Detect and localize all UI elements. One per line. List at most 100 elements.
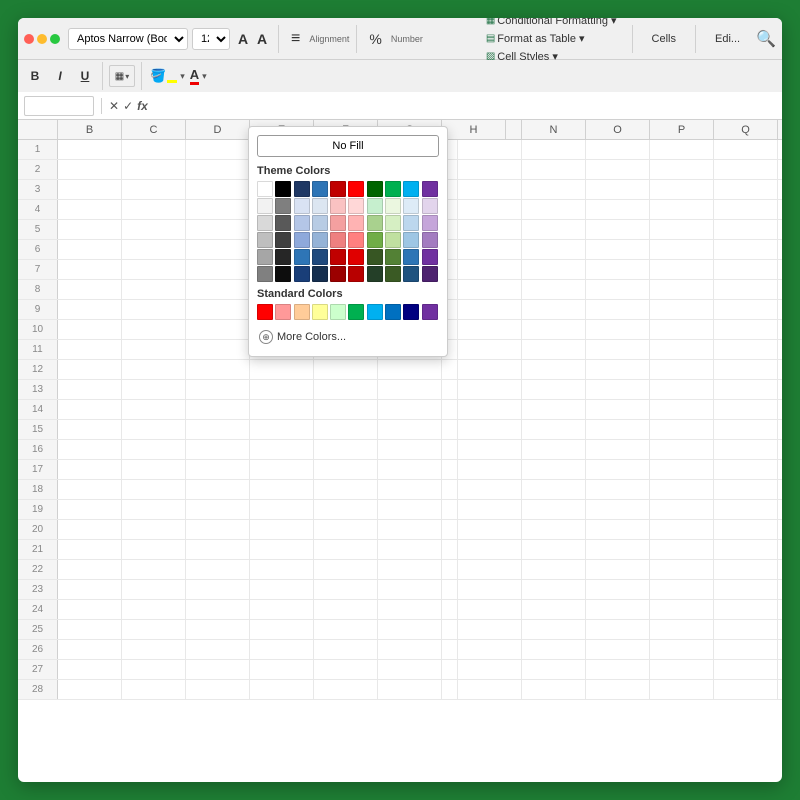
col-header-h[interactable]: H — [442, 120, 506, 139]
grid-cell-r18-c10[interactable] — [650, 480, 714, 499]
italic-button[interactable]: I — [49, 65, 71, 87]
grid-cell-r12-c8[interactable] — [522, 360, 586, 379]
grid-cell-r11-c0[interactable] — [58, 340, 122, 359]
grid-cell-r14-c0[interactable] — [58, 400, 122, 419]
grid-cell-r8-c7[interactable] — [458, 280, 522, 299]
grid-cell-r13-c8[interactable] — [522, 380, 586, 399]
grid-cell-r6-c9[interactable] — [586, 240, 650, 259]
font-color-button[interactable]: A — [188, 65, 201, 87]
grid-cell-r17-c7[interactable] — [458, 460, 522, 479]
grid-cell-r6-c1[interactable] — [122, 240, 186, 259]
grid-cell-r28-c7[interactable] — [458, 680, 522, 699]
grid-cell-r6-c11[interactable] — [714, 240, 778, 259]
grid-cell-r24-c0[interactable] — [58, 600, 122, 619]
grid-cell-r27-c4[interactable] — [314, 660, 378, 679]
grid-cell-r19-c7[interactable] — [458, 500, 522, 519]
grid-cell-r5-c10[interactable] — [650, 220, 714, 239]
grid-cell-r17-c10[interactable] — [650, 460, 714, 479]
grid-cell-r24-c10[interactable] — [650, 600, 714, 619]
grid-cell-r16-c2[interactable] — [186, 440, 250, 459]
grid-cell-r23-c8[interactable] — [522, 580, 586, 599]
grid-cell-r28-c12[interactable] — [778, 680, 782, 699]
grid-cell-r25-c2[interactable] — [186, 620, 250, 639]
col-header-c[interactable]: C — [122, 120, 186, 139]
shade-2-7[interactable] — [367, 215, 383, 231]
grid-cell-r17-c11[interactable] — [714, 460, 778, 479]
grid-cell-r4-c2[interactable] — [186, 200, 250, 219]
grid-cell-r12-c6[interactable] — [442, 360, 458, 379]
border-button[interactable]: ▦ ▾ — [109, 65, 135, 87]
grid-cell-r16-c7[interactable] — [458, 440, 522, 459]
grid-cell-r11-c1[interactable] — [122, 340, 186, 359]
grid-cell-r9-c7[interactable] — [458, 300, 522, 319]
grid-cell-r17-c2[interactable] — [186, 460, 250, 479]
grid-cell-r27-c0[interactable] — [58, 660, 122, 679]
grid-cell-r28-c0[interactable] — [58, 680, 122, 699]
grid-cell-r14-c12[interactable] — [778, 400, 782, 419]
alignment-icon[interactable]: ≡ — [286, 28, 305, 50]
std-color-4[interactable] — [312, 304, 328, 320]
grid-cell-r28-c3[interactable] — [250, 680, 314, 699]
shade-3-10[interactable] — [422, 232, 438, 248]
shade-3-5[interactable] — [330, 232, 346, 248]
grid-cell-r9-c2[interactable] — [186, 300, 250, 319]
grid-cell-r9-c8[interactable] — [522, 300, 586, 319]
grid-cell-r5-c0[interactable] — [58, 220, 122, 239]
grid-cell-r24-c7[interactable] — [458, 600, 522, 619]
grid-cell-r25-c8[interactable] — [522, 620, 586, 639]
grid-cell-r6-c12[interactable] — [778, 240, 782, 259]
grid-cell-r10-c8[interactable] — [522, 320, 586, 339]
grid-cell-r16-c10[interactable] — [650, 440, 714, 459]
grid-cell-r7-c7[interactable] — [458, 260, 522, 279]
shade-5-5[interactable] — [330, 266, 346, 282]
grid-cell-r25-c6[interactable] — [442, 620, 458, 639]
grid-cell-r11-c12[interactable] — [778, 340, 782, 359]
grid-cell-r27-c1[interactable] — [122, 660, 186, 679]
decrease-font-size-button[interactable]: A — [253, 30, 271, 48]
grid-cell-r26-c6[interactable] — [442, 640, 458, 659]
grid-cell-r14-c11[interactable] — [714, 400, 778, 419]
grid-cell-r18-c2[interactable] — [186, 480, 250, 499]
grid-cell-r19-c2[interactable] — [186, 500, 250, 519]
grid-cell-r23-c0[interactable] — [58, 580, 122, 599]
grid-cell-r1-c0[interactable] — [58, 140, 122, 159]
grid-cell-r10-c0[interactable] — [58, 320, 122, 339]
grid-cell-r3-c1[interactable] — [122, 180, 186, 199]
close-button[interactable] — [24, 34, 34, 44]
grid-cell-r21-c1[interactable] — [122, 540, 186, 559]
grid-cell-r4-c7[interactable] — [458, 200, 522, 219]
shade-1-1[interactable] — [257, 198, 273, 214]
grid-cell-r16-c6[interactable] — [442, 440, 458, 459]
grid-cell-r17-c8[interactable] — [522, 460, 586, 479]
grid-cell-r9-c1[interactable] — [122, 300, 186, 319]
grid-cell-r15-c12[interactable] — [778, 420, 782, 439]
shade-1-10[interactable] — [422, 198, 438, 214]
grid-cell-r21-c0[interactable] — [58, 540, 122, 559]
grid-cell-r24-c2[interactable] — [186, 600, 250, 619]
grid-cell-r21-c7[interactable] — [458, 540, 522, 559]
shade-1-7[interactable] — [367, 198, 383, 214]
grid-cell-r28-c1[interactable] — [122, 680, 186, 699]
grid-cell-r10-c9[interactable] — [586, 320, 650, 339]
shade-4-1[interactable] — [257, 249, 273, 265]
grid-cell-r8-c2[interactable] — [186, 280, 250, 299]
grid-cell-r24-c11[interactable] — [714, 600, 778, 619]
shade-4-4[interactable] — [312, 249, 328, 265]
shade-1-3[interactable] — [294, 198, 310, 214]
shade-4-6[interactable] — [348, 249, 364, 265]
grid-cell-r7-c8[interactable] — [522, 260, 586, 279]
grid-cell-r23-c12[interactable] — [778, 580, 782, 599]
grid-cell-r1-c11[interactable] — [714, 140, 778, 159]
shade-5-1[interactable] — [257, 266, 273, 282]
shade-1-9[interactable] — [403, 198, 419, 214]
grid-cell-r18-c7[interactable] — [458, 480, 522, 499]
grid-cell-r15-c10[interactable] — [650, 420, 714, 439]
grid-cell-r20-c11[interactable] — [714, 520, 778, 539]
grid-cell-r18-c3[interactable] — [250, 480, 314, 499]
grid-cell-r3-c11[interactable] — [714, 180, 778, 199]
grid-cell-r8-c10[interactable] — [650, 280, 714, 299]
grid-cell-r26-c7[interactable] — [458, 640, 522, 659]
grid-cell-r23-c6[interactable] — [442, 580, 458, 599]
grid-cell-r17-c5[interactable] — [378, 460, 442, 479]
grid-cell-r11-c9[interactable] — [586, 340, 650, 359]
